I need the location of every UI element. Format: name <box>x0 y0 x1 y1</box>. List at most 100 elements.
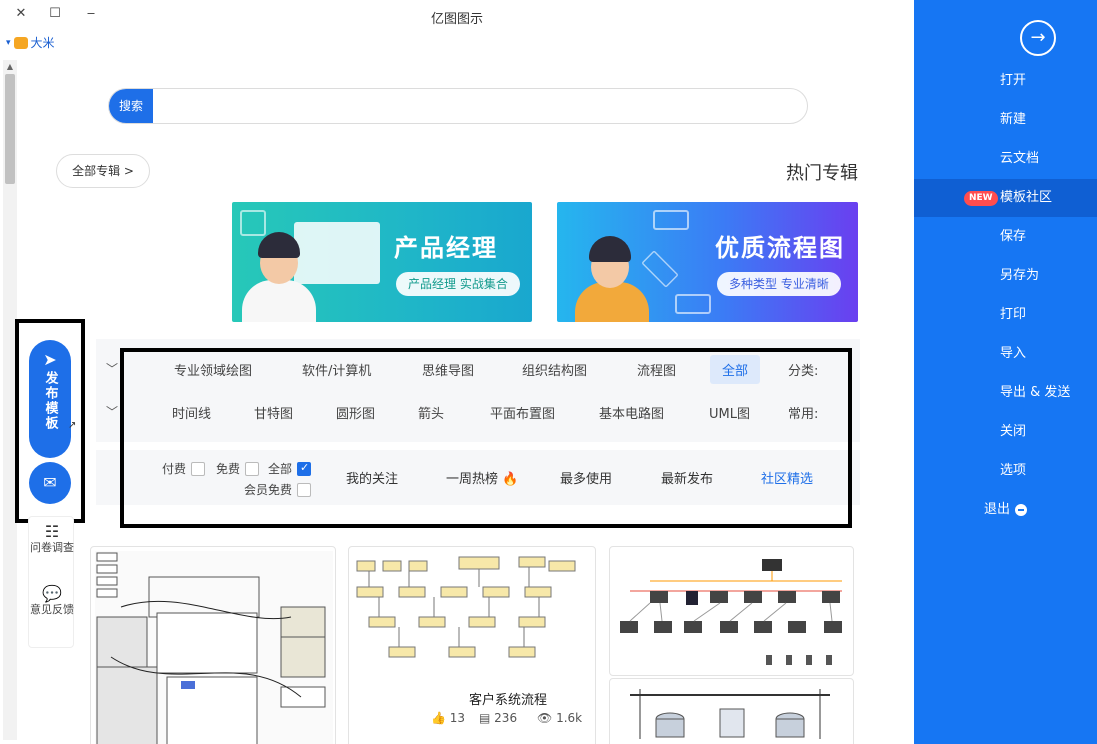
sidebar-item-label: 打印 <box>1000 307 1027 322</box>
sidebar-item-label: 另存为 <box>1000 268 1040 283</box>
template-card[interactable] <box>90 546 336 744</box>
dropdown-arrow-icon: ▾ <box>6 37 11 48</box>
sidebar-item-label: 新建 <box>1000 112 1027 127</box>
template-card[interactable] <box>609 678 854 744</box>
common-label: 常用: <box>788 407 819 422</box>
sidebar-item-template-community[interactable]: NEW 模板社区 <box>914 179 1097 217</box>
category-mind-map[interactable]: 思维导图 <box>422 360 474 379</box>
checkbox-label: 免费 <box>216 462 241 476</box>
common-timeline[interactable]: 时间线 <box>172 403 211 422</box>
filter-checkbox-free[interactable]: 免费 <box>216 460 260 477</box>
banner-decoration <box>641 250 679 288</box>
back-arrow-icon[interactable]: → <box>1020 20 1056 56</box>
scrollbar[interactable]: ▲ <box>3 60 17 740</box>
checkbox-icon[interactable] <box>297 482 312 497</box>
checkbox-checked-icon[interactable] <box>297 461 312 476</box>
scrollbar-thumb[interactable] <box>5 74 15 184</box>
template-card[interactable]: 客户系统流程 👁 1.6k ▤ 236 👍 13 <box>348 546 596 744</box>
send-icon: ➤ <box>43 350 57 369</box>
template-thumbnail <box>630 689 830 739</box>
tab-most-used[interactable]: 最多使用 <box>560 468 612 487</box>
tab-weekly-hot-label: 一周热榜 <box>446 472 499 487</box>
banner-product-manager[interactable]: 产品经理 产品经理 实战集合 <box>232 202 532 322</box>
sidebar-item-new[interactable]: 新建 <box>914 101 1097 139</box>
survey-icon: ☷ <box>44 522 60 541</box>
sidebar-item-options[interactable]: 选项 <box>914 452 1097 490</box>
sidebar-item-save[interactable]: 保存 <box>914 218 1097 256</box>
sidebar-item-save-as[interactable]: 另存为 <box>914 257 1097 295</box>
feedback-label: 意见反馈 <box>30 603 74 616</box>
sidebar-item-close[interactable]: 关闭 <box>914 413 1097 451</box>
fire-icon: 🔥 <box>502 472 519 487</box>
filter-checkbox-member-free[interactable]: 会员免费 <box>244 481 312 498</box>
common-floor-plan[interactable]: 平面布置图 <box>490 403 555 422</box>
category-all[interactable]: 全部 <box>710 355 761 384</box>
sidebar-item-open[interactable]: 打开 <box>914 62 1097 100</box>
user-menu[interactable]: ▾ 大米 <box>6 34 55 51</box>
chevron-down-icon[interactable]: ﹀ <box>106 403 118 420</box>
mail-icon[interactable]: ✉ <box>29 462 71 504</box>
common-gantt[interactable]: 甘特图 <box>254 403 293 422</box>
category-software[interactable]: 软件/计算机 <box>302 360 371 379</box>
template-card[interactable] <box>609 546 854 676</box>
filter-checkbox-paid[interactable]: 付费 <box>162 460 206 477</box>
checkbox-icon[interactable] <box>191 461 206 476</box>
sidebar-item-label: 打开 <box>1000 73 1027 88</box>
tab-following[interactable]: 我的关注 <box>346 468 398 487</box>
file-menu-sidebar: → 打开 新建 云文档 NEW 模板社区 保存 另存为 打印 导入 导出 & 发送… <box>914 0 1097 744</box>
common-circle[interactable]: 圆形图 <box>336 403 375 422</box>
feedback-button[interactable]: 💬 意见反馈 <box>29 584 75 617</box>
survey-label: 问卷调查 <box>30 541 74 554</box>
sidebar-item-export-send[interactable]: 导出 & 发送 <box>914 374 1097 412</box>
scroll-up-icon[interactable]: ▲ <box>3 62 17 71</box>
vip-crown-icon <box>13 36 28 49</box>
filter-checkbox-all[interactable]: 全部 <box>268 460 312 477</box>
chat-icon: 💬 <box>42 584 62 603</box>
search-button[interactable]: 搜索 <box>109 89 153 123</box>
sidebar-item-label: 导入 <box>1000 346 1027 361</box>
all-albums-button[interactable]: 全部专辑 > <box>56 154 150 188</box>
survey-button[interactable]: ☷ 问卷调查 <box>29 522 75 555</box>
banner-decoration <box>675 294 711 314</box>
copies-count: 236 <box>494 711 518 725</box>
search-box: 搜索 <box>108 88 808 124</box>
category-org-chart[interactable]: 组织结构图 <box>522 360 587 379</box>
tab-latest[interactable]: 最新发布 <box>661 468 713 487</box>
sidebar-item-label: 关闭 <box>1000 424 1027 439</box>
help-panel: ☷ 问卷调查 💬 意见反馈 <box>28 516 74 648</box>
search-input[interactable] <box>153 93 793 119</box>
tab-weekly-hot[interactable]: 一周热榜 🔥 <box>446 468 518 487</box>
views-stat: 👁 1.6k <box>537 711 582 725</box>
sidebar-item-label: 云文档 <box>1000 151 1040 166</box>
sidebar-item-label: 选项 <box>1000 463 1027 478</box>
publish-template-button[interactable]: ➤ 发布模板 <box>29 340 71 458</box>
category-professional[interactable]: 专业领域绘图 <box>174 360 252 379</box>
views-count: 1.6k <box>556 711 583 725</box>
likes-count: 13 <box>449 711 466 725</box>
copy-icon: ▤ <box>479 711 491 725</box>
sidebar-item-label: 保存 <box>1000 229 1027 244</box>
common-arrow[interactable]: 箭头 <box>418 403 444 422</box>
checkbox-label: 付费 <box>162 462 187 476</box>
new-badge: NEW <box>964 191 998 206</box>
copies-stat: ▤ 236 <box>479 711 517 725</box>
banner-illustration-card <box>294 222 380 284</box>
checkbox-label: 全部 <box>268 462 293 476</box>
sidebar-item-print[interactable]: 打印 <box>914 296 1097 334</box>
chevron-down-icon[interactable]: ﹀ <box>106 360 118 377</box>
common-circuit[interactable]: 基本电路图 <box>599 403 664 422</box>
sidebar-item-cloud-docs[interactable]: 云文档 <box>914 140 1097 178</box>
banner-flowchart[interactable]: 优质流程图 多种类型 专业清晰 <box>557 202 858 322</box>
eye-icon: 👁 <box>537 711 553 725</box>
tab-featured[interactable]: 社区精选 <box>761 468 813 487</box>
category-flowchart[interactable]: 流程图 <box>637 360 676 379</box>
exit-icon <box>1015 504 1027 516</box>
template-thumbnail <box>620 559 842 665</box>
template-title: 客户系统流程 <box>469 693 548 708</box>
expand-arrow-icon[interactable]: ↗ <box>68 420 76 431</box>
sidebar-item-exit[interactable]: 退出 <box>914 491 1097 529</box>
sidebar-item-import[interactable]: 导入 <box>914 335 1097 373</box>
common-uml[interactable]: UML图 <box>709 403 750 422</box>
title-bar: ✕ ☐ ‒ 亿图图示 <box>0 0 914 30</box>
checkbox-icon[interactable] <box>245 461 260 476</box>
